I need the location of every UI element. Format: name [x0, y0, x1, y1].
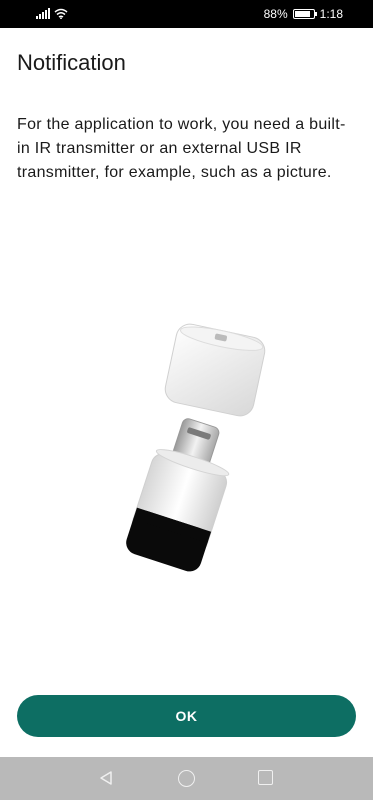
- back-icon[interactable]: [98, 770, 114, 786]
- signal-icon: [36, 8, 50, 19]
- battery-fill: [294, 11, 311, 17]
- battery-percent: 88%: [263, 7, 288, 21]
- status-bar: 88% 1:18: [0, 0, 373, 28]
- dialog-message: For the application to work, you need a …: [17, 116, 346, 181]
- status-time: 1:18: [319, 7, 343, 21]
- wifi-icon: [54, 8, 68, 19]
- navigation-bar: [0, 757, 373, 800]
- usb-ir-transmitter-image: [126, 323, 266, 572]
- home-icon[interactable]: [178, 770, 195, 787]
- status-left: [36, 8, 68, 19]
- battery-icon: [292, 9, 317, 19]
- recents-icon[interactable]: [258, 770, 273, 785]
- ok-button[interactable]: OK: [17, 695, 356, 737]
- status-right: 88% 1:18: [264, 7, 343, 21]
- dialog-title: Notification: [17, 50, 126, 75]
